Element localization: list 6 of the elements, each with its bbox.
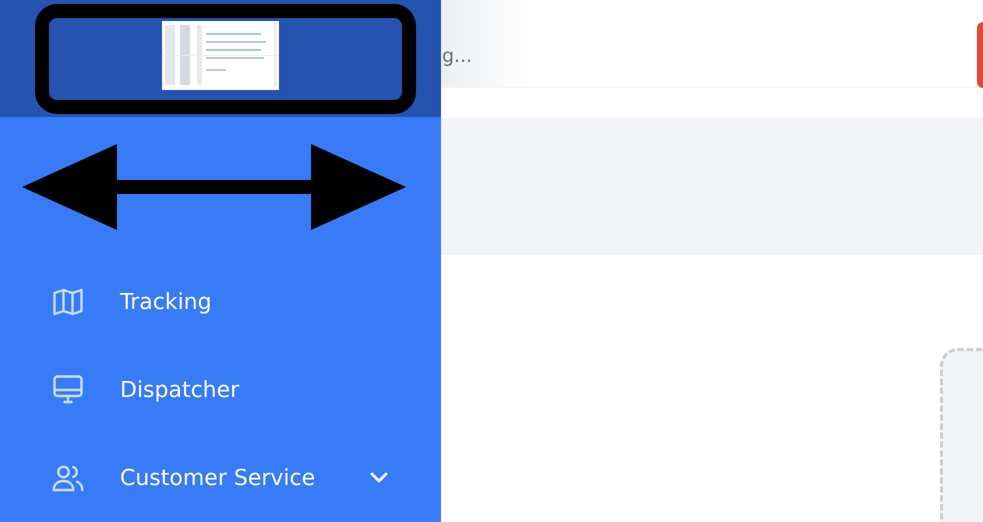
- chevron-down-icon: [369, 472, 389, 484]
- nav-item[interactable]: Customer Service: [0, 434, 441, 522]
- nav-item[interactable]: Dispatcher: [0, 346, 441, 434]
- search-text: g...: [442, 44, 472, 66]
- nav-item[interactable]: Tracking: [0, 258, 441, 346]
- action-button[interactable]: [977, 22, 983, 88]
